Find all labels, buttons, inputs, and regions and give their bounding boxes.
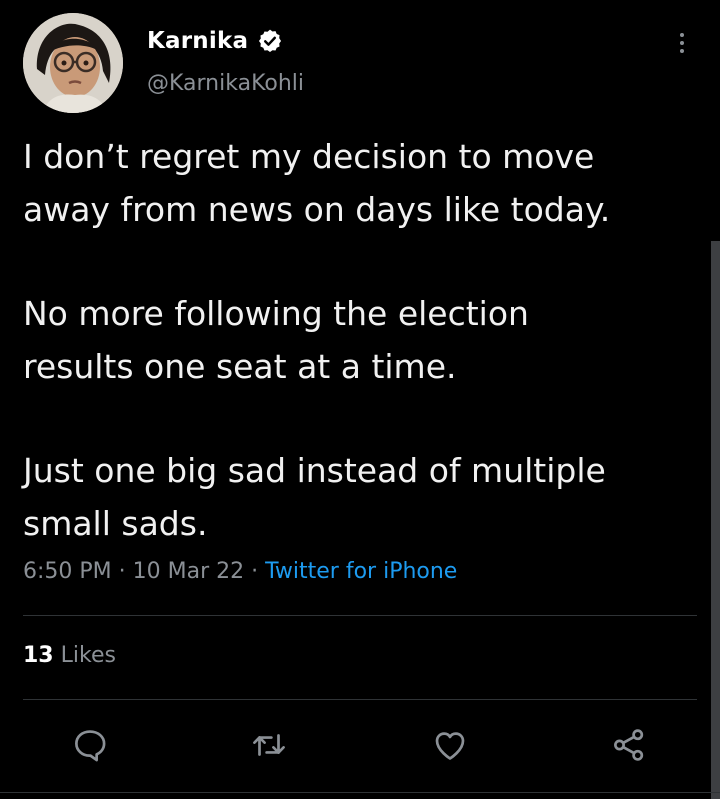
action-bar	[0, 718, 720, 772]
tweet-time[interactable]: 6:50 PM	[23, 559, 112, 584]
heart-icon	[435, 732, 465, 760]
scrollbar[interactable]	[711, 241, 720, 799]
retweet-button[interactable]	[242, 718, 296, 772]
share-nodes-icon	[614, 729, 644, 761]
likes-count: 13	[23, 643, 54, 668]
tweet-source-link[interactable]: Twitter for iPhone	[265, 559, 457, 584]
likes-label: Likes	[53, 643, 116, 668]
verified-badge-icon	[257, 28, 283, 54]
display-name[interactable]: Karnika	[147, 28, 248, 54]
reply-button[interactable]	[63, 718, 117, 772]
meta-separator: ·	[244, 559, 266, 584]
speech-bubble-icon	[75, 730, 106, 762]
tweet-paragraph: No more following the election results o…	[23, 294, 529, 386]
tweet-detail: Karnika @KarnikaKohli I don’t regret my …	[0, 0, 720, 799]
divider	[0, 792, 720, 793]
retweet-icon	[253, 734, 285, 756]
avatar[interactable]	[23, 13, 123, 113]
profile-photo-icon	[23, 13, 123, 113]
author-name-row: Karnika	[147, 28, 283, 54]
tweet-paragraph: Just one big sad instead of multiple sma…	[23, 451, 606, 543]
more-dot	[680, 41, 684, 45]
meta-separator: ·	[111, 559, 133, 584]
divider	[23, 615, 697, 616]
tweet-date[interactable]: 10 Mar 22	[133, 559, 244, 584]
more-dot	[680, 49, 684, 53]
more-dot	[680, 33, 684, 37]
likes-link[interactable]: 13 Likes	[23, 643, 116, 668]
divider	[23, 699, 697, 700]
share-button[interactable]	[602, 718, 656, 772]
tweet-text: I don’t regret my decision to move away …	[23, 130, 693, 550]
tweet-paragraph: I don’t regret my decision to move away …	[23, 137, 611, 229]
like-button[interactable]	[423, 718, 477, 772]
more-options-icon[interactable]	[666, 26, 698, 60]
tweet-metadata: 6:50 PM · 10 Mar 22 · Twitter for iPhone	[23, 559, 457, 584]
author-handle[interactable]: @KarnikaKohli	[147, 71, 304, 96]
